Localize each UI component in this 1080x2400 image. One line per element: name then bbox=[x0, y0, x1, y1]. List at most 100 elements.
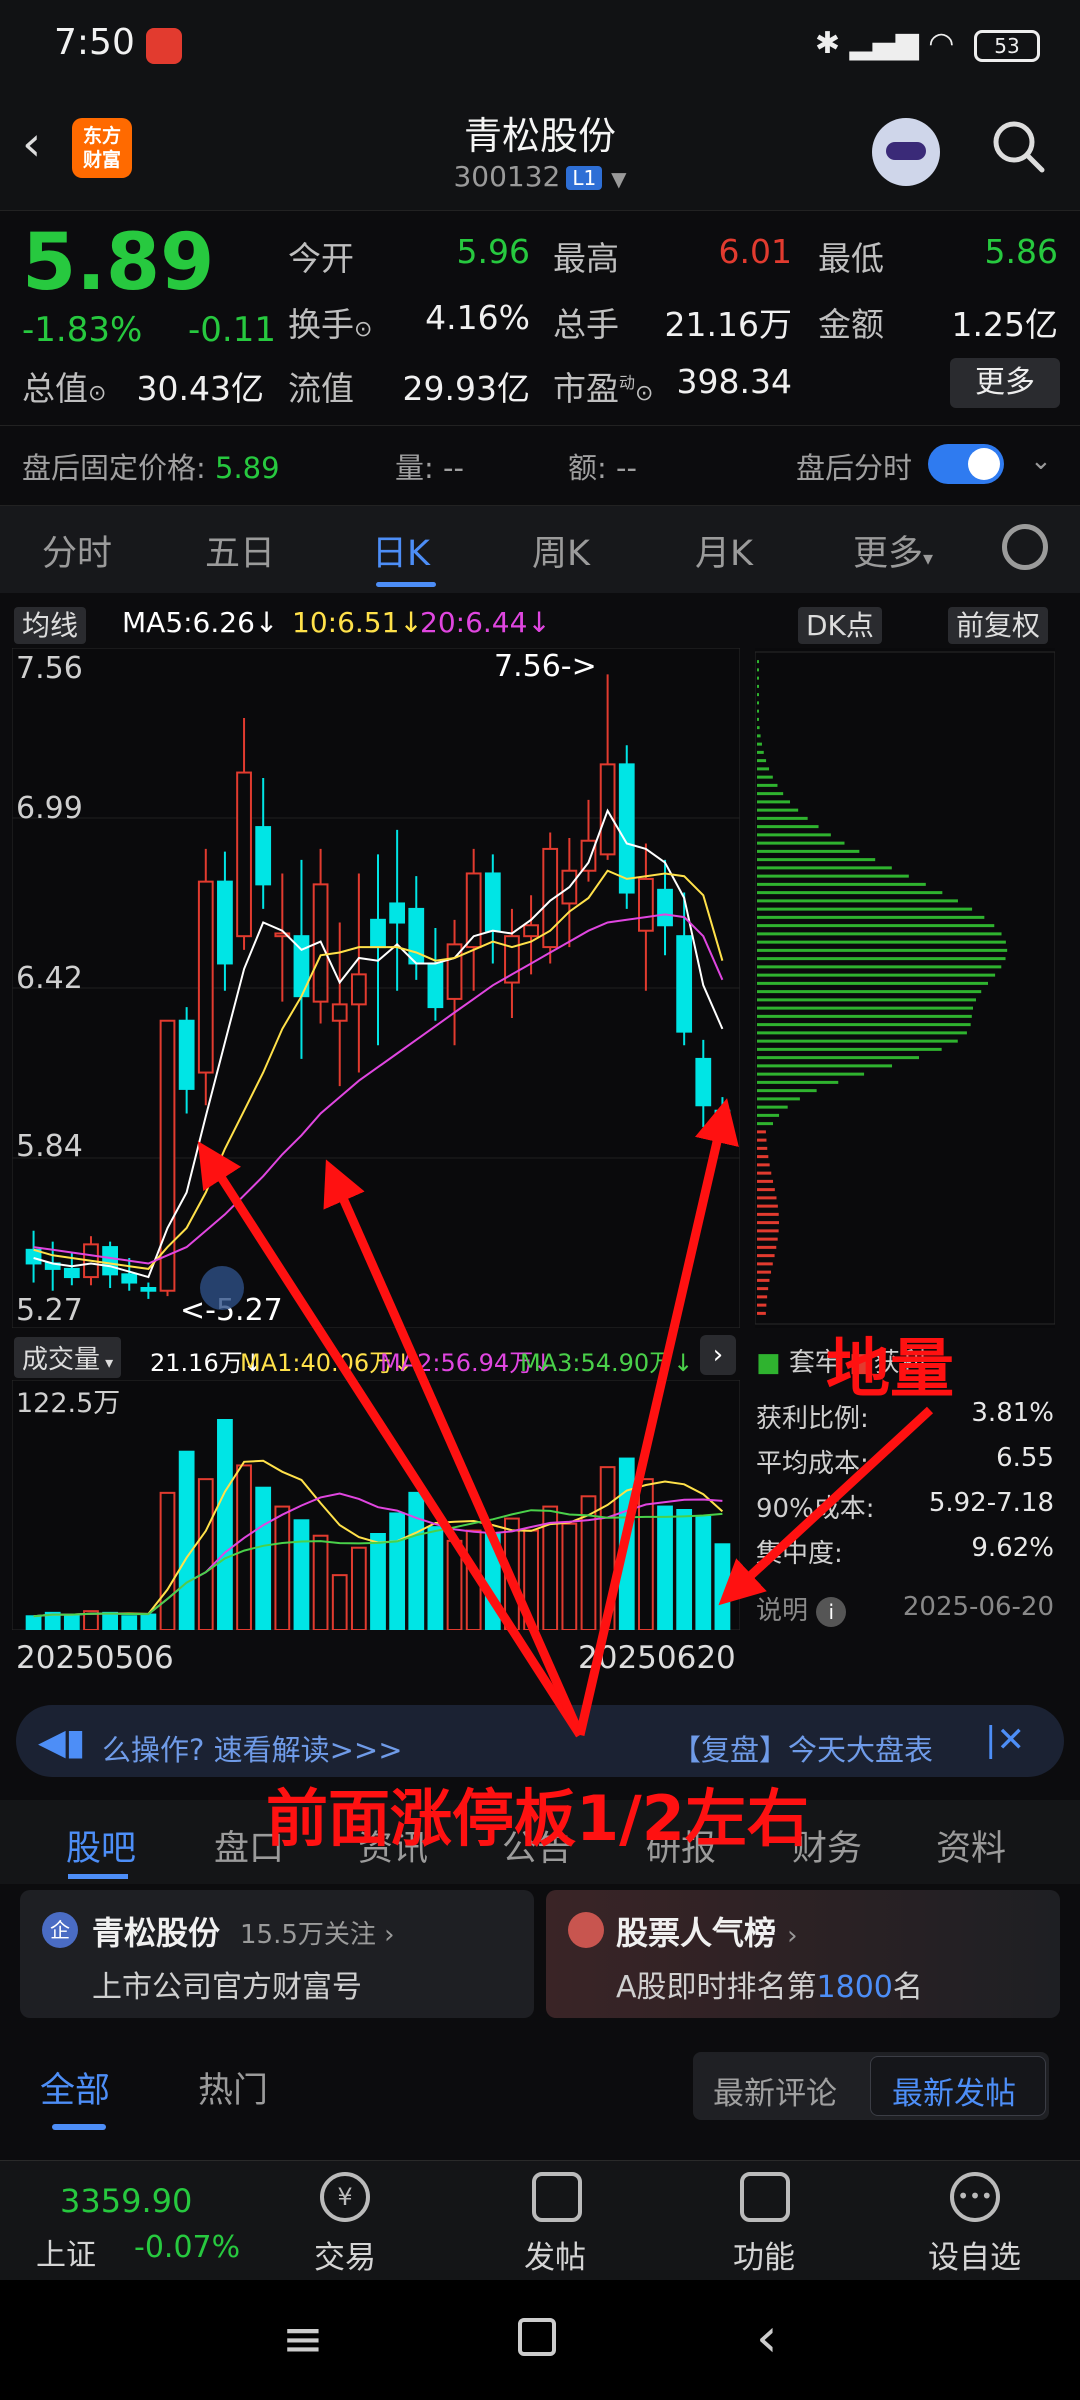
signal-icon: ▂▄▆ bbox=[849, 26, 919, 61]
more-button[interactable]: 更多 bbox=[950, 358, 1060, 408]
sort-latest-comment[interactable]: 最新评论 bbox=[713, 2068, 837, 2113]
candle bbox=[331, 1003, 348, 1022]
profit-ratio-value: 3.81% bbox=[971, 1398, 1054, 1428]
volume-bar bbox=[331, 1574, 348, 1630]
chip-bar bbox=[757, 1130, 766, 1134]
dk-point-select[interactable]: DK点 bbox=[798, 604, 882, 644]
tab-five-day[interactable]: 五日 bbox=[205, 525, 275, 576]
banner-left-text[interactable]: 么操作? 速看解读>>> bbox=[102, 1727, 403, 1769]
volume-bar bbox=[714, 1543, 731, 1630]
pe-value: 398.34 bbox=[676, 362, 792, 401]
banner-right-text[interactable]: 【复盘】今天大盘表 bbox=[672, 1727, 933, 1769]
post-label[interactable]: 发帖 bbox=[524, 2232, 586, 2277]
tab-monthly-k[interactable]: 月K bbox=[695, 525, 753, 576]
candlestick-chart[interactable]: 7.56 6.99 6.42 5.84 5.27 7.56-> <-5.27 bbox=[12, 648, 740, 1328]
vol-ma3-label: MA3:54.90万↓ bbox=[520, 1349, 694, 1377]
candle bbox=[159, 1019, 176, 1292]
chip-bar bbox=[757, 990, 982, 994]
annotation-low-volume: 地量 bbox=[826, 1333, 954, 1407]
chip-bar bbox=[757, 1229, 779, 1233]
chip-bar bbox=[757, 676, 759, 680]
chip-bar bbox=[757, 1122, 774, 1126]
sort-latest-post[interactable]: 最新发帖 bbox=[892, 2068, 1016, 2113]
volume-indicator-select[interactable]: 成交量 ▾ bbox=[14, 1337, 122, 1378]
ma20-label: 20:6.44↓ bbox=[420, 606, 551, 639]
volume-bar bbox=[197, 1478, 214, 1630]
volume-chart[interactable]: 122.5万 bbox=[12, 1380, 740, 1630]
pe-label[interactable]: 市盈动⊙ bbox=[553, 362, 653, 410]
search-icon[interactable] bbox=[990, 118, 1046, 174]
chip-bar bbox=[757, 1196, 777, 1200]
low-value: 5.86 bbox=[984, 232, 1058, 271]
close-icon[interactable]: |✕ bbox=[985, 1720, 1025, 1760]
concentration-value: 9.62% bbox=[971, 1533, 1054, 1563]
active-subtab-indicator bbox=[68, 1874, 128, 1879]
filter-hot[interactable]: 热门 bbox=[198, 2062, 268, 2113]
home-icon[interactable] bbox=[518, 2318, 556, 2356]
chip-bar bbox=[757, 701, 759, 705]
watchlist-label[interactable]: 设自选 bbox=[928, 2232, 1021, 2277]
chip-bar bbox=[757, 1237, 778, 1241]
turnover-label[interactable]: 换手⊙ bbox=[288, 298, 372, 346]
volume-indicator-row: 成交量 ▾ 21.16万↓ MA1:40.06万↓ MA2:56.94万↓ MA… bbox=[0, 1333, 740, 1378]
mcap-label[interactable]: 总值⊙ bbox=[22, 362, 106, 410]
chip-bar bbox=[757, 1311, 766, 1315]
volume-bar bbox=[293, 1519, 310, 1630]
trade-icon[interactable]: ¥ bbox=[320, 2172, 370, 2222]
chip-bar bbox=[757, 1064, 893, 1068]
chip-bar bbox=[757, 1097, 800, 1101]
tab-more[interactable]: 更多▾ bbox=[853, 525, 933, 576]
chip-bar bbox=[757, 1113, 780, 1117]
mcap-value: 30.43亿 bbox=[136, 369, 264, 408]
volume-bar bbox=[217, 1419, 233, 1630]
post-icon[interactable] bbox=[532, 2172, 582, 2222]
cost90-label: 90%成本: bbox=[756, 1494, 875, 1524]
back-nav-icon[interactable]: ‹ bbox=[756, 2306, 778, 2369]
low-label: 最低 bbox=[818, 239, 884, 278]
chip-bar bbox=[757, 1303, 767, 1307]
menu-icon[interactable]: ≡ bbox=[282, 2310, 324, 2368]
info-icon: i bbox=[816, 1597, 847, 1627]
candle bbox=[140, 1287, 157, 1292]
chip-note[interactable]: 说明 i bbox=[756, 1590, 847, 1627]
index-name[interactable]: 上证 bbox=[36, 2230, 96, 2274]
more-dots-icon[interactable]: ••• bbox=[950, 2172, 1000, 2222]
tab-profile[interactable]: 资料 bbox=[936, 1820, 1006, 1871]
chip-bar bbox=[757, 1014, 972, 1018]
tab-guba[interactable]: 股吧 bbox=[66, 1820, 136, 1871]
after-hours-volume: 量: -- bbox=[395, 451, 464, 485]
expand-chevron-icon[interactable]: › bbox=[700, 1335, 736, 1375]
function-label[interactable]: 功能 bbox=[733, 2232, 795, 2277]
chip-bar bbox=[757, 1089, 817, 1093]
chip-bar bbox=[757, 1179, 774, 1183]
chevron-down-icon[interactable]: ⌄ bbox=[1030, 446, 1052, 476]
candle bbox=[350, 973, 367, 1006]
trade-label[interactable]: 交易 bbox=[314, 2232, 376, 2277]
chip-bar bbox=[757, 858, 876, 862]
status-time: 7:50 bbox=[54, 22, 135, 63]
after-hours-toggle[interactable] bbox=[928, 444, 1004, 484]
gear-icon[interactable] bbox=[1002, 524, 1048, 570]
chip-bar bbox=[757, 808, 799, 812]
float-label: 流值 bbox=[288, 369, 354, 408]
open-label: 今开 bbox=[288, 239, 354, 278]
ai-assistant-icon[interactable] bbox=[872, 118, 940, 186]
tab-weekly-k[interactable]: 周K bbox=[532, 525, 590, 576]
chip-bar bbox=[757, 1031, 967, 1035]
index-value[interactable]: 3359.90 bbox=[60, 2182, 192, 2220]
tab-daily-k[interactable]: 日K bbox=[372, 525, 430, 576]
filter-all[interactable]: 全部 bbox=[40, 2062, 110, 2113]
amount-value: 1.25亿 bbox=[951, 305, 1058, 344]
tab-intraday[interactable]: 分时 bbox=[42, 525, 112, 576]
volume-bar bbox=[274, 1505, 291, 1630]
chevron-down-icon: ▼ bbox=[611, 167, 627, 191]
info-icon: ⊙ bbox=[635, 381, 654, 406]
enterprise-icon: 企 bbox=[42, 1912, 78, 1948]
chip-bar bbox=[757, 1171, 772, 1175]
adjust-select[interactable]: 前复权 bbox=[948, 604, 1049, 644]
function-grid-icon[interactable] bbox=[740, 2172, 790, 2222]
candle bbox=[370, 918, 386, 949]
ma-type-select[interactable]: 均线 bbox=[14, 604, 87, 644]
chip-bar bbox=[757, 783, 778, 787]
candle bbox=[504, 935, 520, 984]
